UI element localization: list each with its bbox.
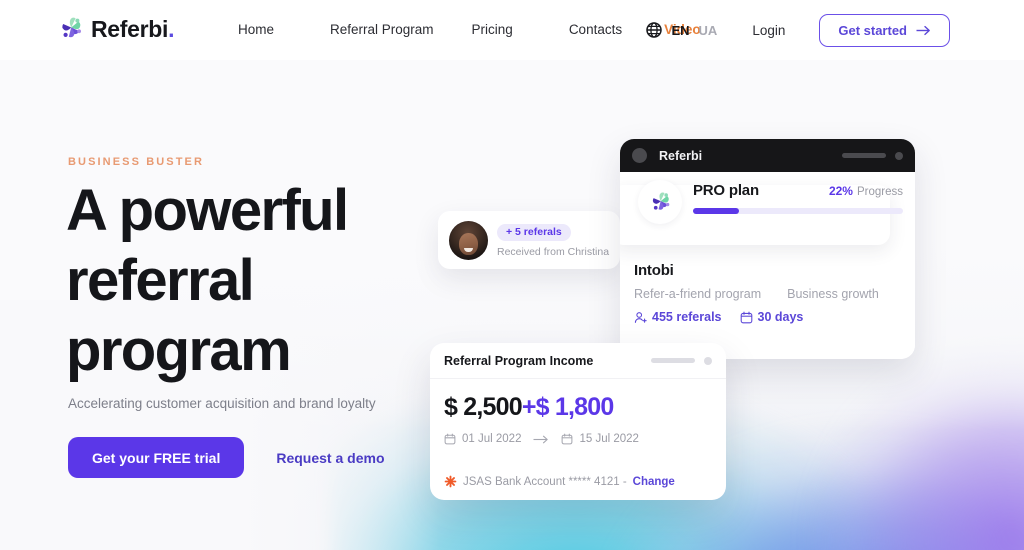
request-demo-button[interactable]: Request a demo bbox=[276, 450, 384, 466]
income-amount: $ 2,500 +$ 1,800 bbox=[444, 393, 614, 422]
referrals-card-text: + 5 referals Received from Christina bbox=[497, 222, 609, 258]
calendar-icon bbox=[740, 311, 753, 324]
user-add-icon bbox=[634, 311, 647, 324]
referral-income-card: Referral Program Income $ 2,500 +$ 1,800… bbox=[430, 343, 726, 500]
progress-label: Progress bbox=[856, 186, 903, 198]
pro-plan-progress-info: 22% Progress bbox=[829, 184, 903, 198]
income-bank-row: JSAS Bank Account ***** 4121 - Change bbox=[444, 475, 675, 488]
brand-logo-text: Referbi. bbox=[91, 15, 175, 42]
status-badge: + 5 referals bbox=[497, 223, 571, 241]
income-bank-text: JSAS Bank Account ***** 4121 - bbox=[463, 475, 627, 488]
hero-eyebrow: BUSINESS BUSTER bbox=[68, 156, 205, 168]
brand-logo[interactable]: Referbi. bbox=[58, 15, 175, 43]
calendar-icon bbox=[444, 433, 456, 445]
nav-link-referral-program[interactable]: Referral Program bbox=[330, 22, 434, 37]
stat-days-label: 30 days bbox=[757, 310, 804, 324]
pro-card-titlebar: Referbi bbox=[620, 139, 915, 172]
pinwheel-logo-icon bbox=[58, 15, 84, 43]
income-card-controls bbox=[651, 356, 712, 365]
progress-bar-track bbox=[693, 208, 903, 214]
nav-link-home[interactable]: Home bbox=[238, 22, 274, 37]
get-free-trial-label: Get your FREE trial bbox=[92, 449, 221, 466]
income-date-from: 01 Jul 2022 bbox=[462, 433, 522, 445]
calendar-icon bbox=[561, 433, 573, 445]
hero-subtitle: Accelerating customer acquisition and br… bbox=[68, 396, 376, 411]
income-date-to: 15 Jul 2022 bbox=[579, 433, 639, 445]
page-root: Referbi. Home Referral Program Pricing C… bbox=[0, 0, 1024, 550]
get-started-label: Get started bbox=[838, 22, 907, 38]
arrow-right-icon bbox=[533, 435, 549, 444]
org-tag-growth: Business growth bbox=[787, 287, 879, 301]
slider-track-icon[interactable] bbox=[651, 358, 695, 363]
progress-bar-fill bbox=[693, 208, 740, 214]
get-free-trial-button[interactable]: Get your FREE trial bbox=[68, 437, 245, 478]
pro-card-body: PRO plan 22% Progress Intobi Refer-a-fri… bbox=[620, 172, 915, 359]
income-card-header: Referral Program Income bbox=[430, 343, 726, 379]
stat-referrals-label: 455 referals bbox=[652, 310, 722, 324]
language-ua[interactable]: UA bbox=[699, 23, 718, 38]
globe-icon[interactable] bbox=[646, 22, 663, 38]
nav-link-contacts[interactable]: Contacts bbox=[569, 22, 622, 37]
hero-cta-row: Get your FREE trial Request a demo bbox=[68, 437, 385, 478]
income-card-title: Referral Program Income bbox=[444, 353, 594, 368]
pinwheel-logo-icon bbox=[649, 190, 672, 215]
organization-tags: Refer-a-friend program Business growth bbox=[634, 287, 905, 301]
organization-stats: 455 referals 30 days bbox=[634, 310, 905, 324]
asterisk-flower-icon bbox=[444, 475, 457, 488]
change-bank-link[interactable]: Change bbox=[633, 476, 675, 488]
income-date-range: 01 Jul 2022 15 Jul 2022 bbox=[444, 433, 639, 445]
org-tag-program: Refer-a-friend program bbox=[634, 287, 762, 301]
referrals-notification-card: + 5 referals Received from Christina bbox=[438, 211, 620, 269]
referrals-caption: Received from Christina bbox=[497, 245, 610, 258]
get-started-button[interactable]: Get started bbox=[819, 13, 950, 47]
arrow-right-icon bbox=[916, 25, 931, 36]
referrals-badge-label: + 5 referals bbox=[506, 226, 562, 239]
nav-right-cluster: EN UA Login Get started bbox=[646, 13, 950, 47]
pro-plan-card: Referbi PRO plan 22% Progress Intobi Ref… bbox=[620, 139, 915, 359]
stat-referrals: 455 referals bbox=[634, 310, 722, 324]
language-en[interactable]: EN bbox=[671, 23, 689, 38]
top-navigation-bar: Referbi. Home Referral Program Pricing C… bbox=[0, 0, 1024, 60]
organization-name: Intobi bbox=[634, 262, 674, 279]
slider-handle-icon[interactable] bbox=[704, 356, 712, 365]
stat-days: 30 days bbox=[740, 310, 804, 324]
income-amount-bonus: +$ 1,800 bbox=[521, 393, 614, 421]
page-title: A powerful referral program bbox=[66, 178, 349, 383]
nav-link-pricing[interactable]: Pricing bbox=[472, 22, 513, 37]
window-dot-icon bbox=[632, 148, 647, 163]
avatar bbox=[449, 220, 488, 260]
pro-plan-name: PRO plan bbox=[693, 182, 759, 199]
login-link[interactable]: Login bbox=[752, 23, 785, 38]
pro-plan-details: PRO plan 22% Progress bbox=[693, 182, 903, 214]
pro-card-controls bbox=[842, 151, 903, 160]
progress-percent-value: 22% bbox=[828, 184, 853, 198]
pro-plan-logo-badge bbox=[638, 180, 682, 224]
slider-handle-icon[interactable] bbox=[895, 151, 903, 160]
slider-track-icon[interactable] bbox=[842, 153, 886, 158]
income-amount-base: $ 2,500 bbox=[444, 393, 523, 421]
pro-plan-header-row: PRO plan 22% Progress bbox=[693, 182, 903, 199]
avatar-smile bbox=[464, 247, 473, 252]
pro-plan-org-section: Intobi Refer-a-friend program Business g… bbox=[634, 262, 905, 324]
pro-card-window-title: Referbi bbox=[659, 148, 703, 163]
nav-links: Home Referral Program Pricing Contacts V… bbox=[238, 22, 701, 37]
